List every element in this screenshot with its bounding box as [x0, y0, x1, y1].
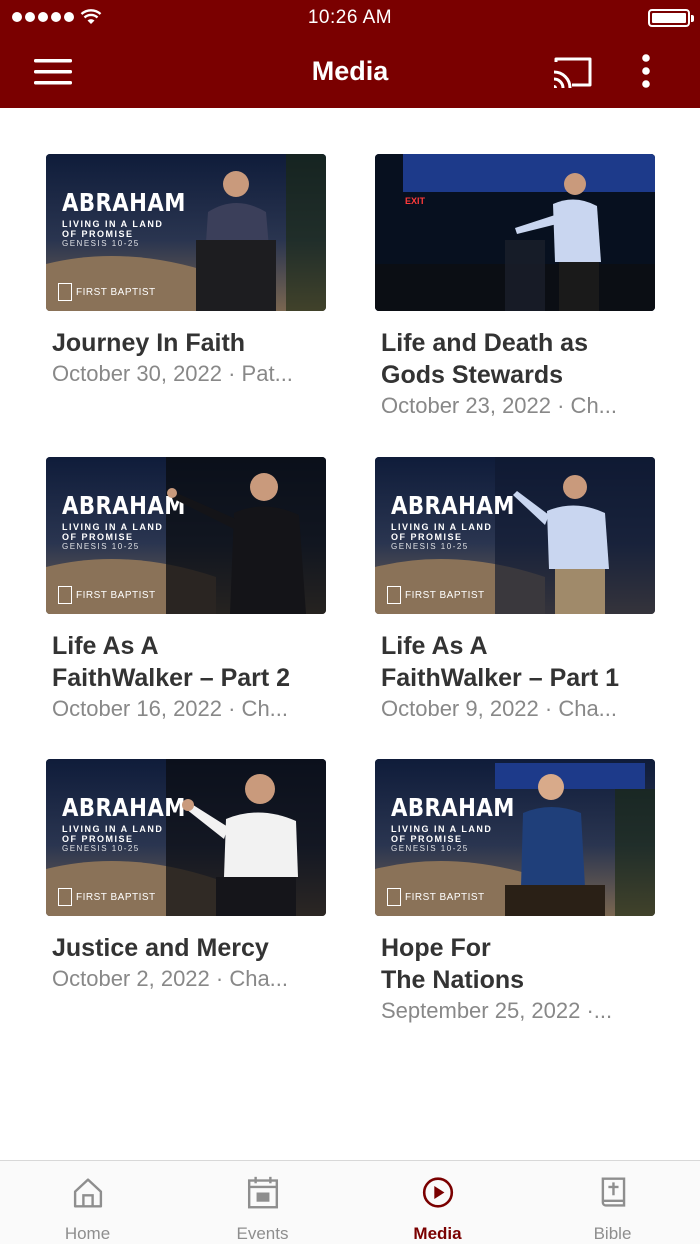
media-thumbnail: ABRAHAM LIVING IN A LAND OF PROMISE GENE… — [46, 154, 326, 311]
cast-icon[interactable] — [548, 52, 598, 92]
speaker-photo — [196, 171, 276, 311]
home-icon — [73, 1178, 102, 1208]
play-circle-icon — [422, 1177, 453, 1208]
tab-events[interactable]: Events — [175, 1161, 350, 1244]
media-meta: October 30, 2022 · Pat... — [52, 361, 293, 386]
status-time: 10:26 AM — [307, 7, 393, 28]
speaker-photo — [505, 173, 601, 311]
tab-media[interactable]: Media — [350, 1161, 525, 1244]
media-thumbnail: ABRAHAM LIVING IN A LAND OF PROMISE GENE… — [46, 759, 326, 916]
more-options-icon[interactable] — [626, 50, 666, 94]
speaker-photo — [167, 473, 306, 614]
tab-label: Home — [64, 1224, 111, 1243]
media-card[interactable]: ABRAHAM LIVING IN A LAND OF PROMISE GENE… — [46, 457, 336, 724]
app-header: 10:26 AM Media — [0, 0, 700, 108]
bible-icon — [601, 1177, 625, 1207]
tab-label: Events — [236, 1224, 289, 1243]
media-title: Life and Death as Gods Stewards — [381, 329, 588, 389]
media-title: Journey In Faith — [52, 329, 246, 357]
media-card[interactable]: ABRAHAM LIVING IN A LAND OF PROMISE GENE… — [46, 154, 336, 389]
tab-label: Media — [413, 1224, 462, 1243]
media-meta: October 23, 2022 · Ch... — [381, 393, 618, 418]
battery-icon — [648, 9, 694, 27]
tab-bible[interactable]: Bible — [525, 1161, 700, 1244]
church-logo: FIRST BAPTIST — [58, 888, 156, 906]
status-bar: 10:26 AM — [0, 0, 700, 36]
tab-home[interactable]: Home — [0, 1161, 175, 1244]
media-card[interactable]: ABRAHAM LIVING IN A LAND OF PROMISE GENE… — [375, 759, 665, 1026]
speaker-photo — [505, 774, 605, 916]
media-card[interactable]: EXIT Life and Death as Gods Stewards Oct… — [375, 154, 665, 421]
media-meta: October 16, 2022 · Ch... — [52, 696, 289, 721]
media-thumbnail: ABRAHAM LIVING IN A LAND OF PROMISE GENE… — [46, 457, 326, 614]
church-logo: FIRST BAPTIST — [58, 283, 156, 301]
media-meta: October 2, 2022 · Cha... — [52, 966, 289, 991]
speaker-photo — [513, 475, 609, 614]
nav-bar: Media — [0, 36, 700, 108]
church-logo: FIRST BAPTIST — [387, 586, 485, 604]
media-title: Hope For The Nations — [381, 934, 525, 994]
calendar-icon — [247, 1176, 278, 1209]
media-title: Life As A FaithWalker – Part 2 — [52, 632, 291, 692]
speaker-photo — [182, 774, 298, 916]
media-title: Life As A FaithWalker – Part 1 — [381, 632, 620, 692]
media-thumbnail: EXIT — [375, 154, 655, 311]
series-artwork: ABRAHAM LIVING IN A LAND OF PROMISE GENE… — [62, 188, 186, 248]
exit-sign: EXIT — [405, 196, 426, 206]
media-meta: October 9, 2022 · Cha... — [381, 696, 618, 721]
media-title: Justice and Mercy — [52, 934, 269, 962]
media-meta: September 25, 2022 ·... — [381, 998, 613, 1023]
church-logo: FIRST BAPTIST — [58, 586, 156, 604]
church-logo: FIRST BAPTIST — [387, 888, 485, 906]
media-card[interactable]: ABRAHAM LIVING IN A LAND OF PROMISE GENE… — [375, 457, 665, 724]
media-thumbnail: ABRAHAM LIVING IN A LAND OF PROMISE GENE… — [375, 759, 655, 916]
media-card[interactable]: ABRAHAM LIVING IN A LAND OF PROMISE GENE… — [46, 759, 336, 994]
tab-label: Bible — [593, 1224, 632, 1243]
bottom-tab-bar: Home Events Media Bible — [0, 1160, 700, 1244]
media-thumbnail: ABRAHAM LIVING IN A LAND OF PROMISE GENE… — [375, 457, 655, 614]
